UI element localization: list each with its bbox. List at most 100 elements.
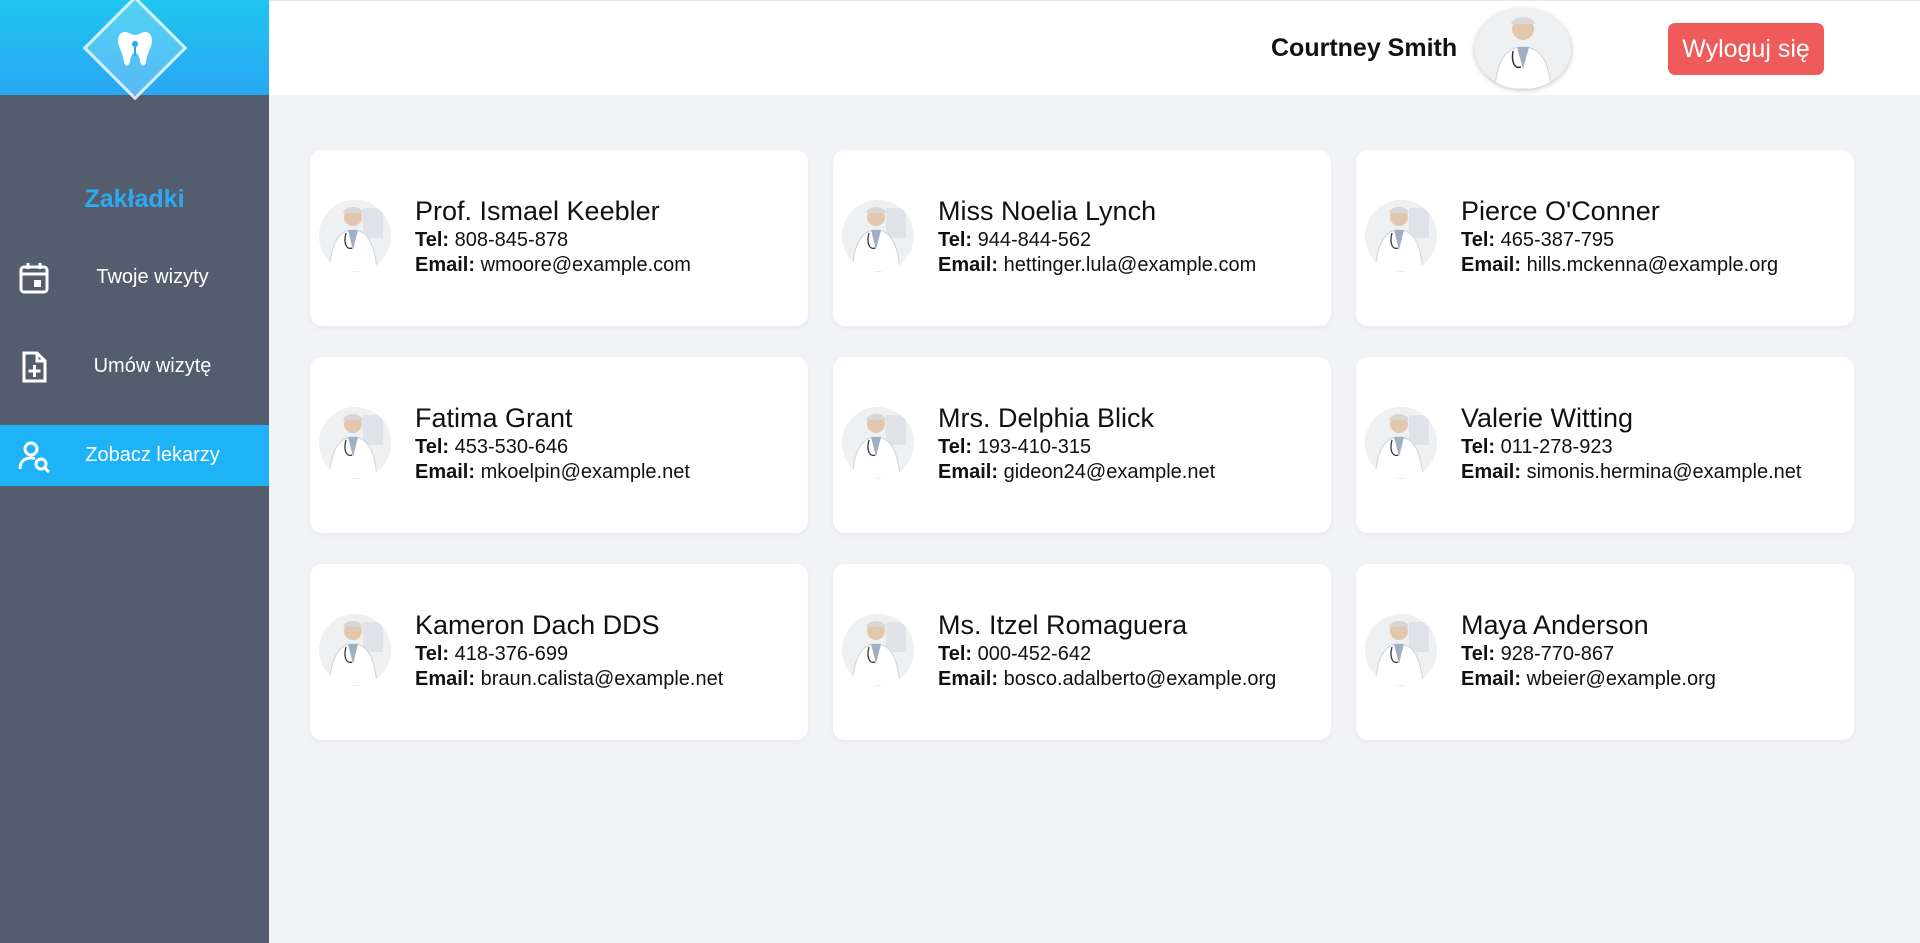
user-name: Courtney Smith bbox=[1271, 34, 1458, 62]
sidebar-item-label: Umów wizytę bbox=[93, 355, 212, 377]
doctor-card[interactable]: Miss Noelia Lynch Tel: 944-844-562 Email… bbox=[833, 150, 1331, 326]
sidebar-heading: Zakładki bbox=[84, 185, 185, 213]
doctor-email: Email: bosco.adalberto@example.org bbox=[938, 667, 1276, 692]
doctor-phone: Tel: 453-530-646 bbox=[415, 435, 690, 460]
doctor-email: Email: braun.calista@example.net bbox=[415, 667, 723, 692]
doctor-phone: Tel: 944-844-562 bbox=[938, 228, 1256, 253]
top-bar: Courtney Smith Wyloguj się bbox=[269, 0, 1920, 95]
doctor-avatar bbox=[1365, 200, 1437, 272]
doctor-card[interactable]: Fatima Grant Tel: 453-530-646 Email: mko… bbox=[310, 357, 808, 533]
tel-label: Tel: bbox=[415, 643, 450, 665]
tel-label: Tel: bbox=[1461, 229, 1496, 251]
tel-value: 193-410-315 bbox=[977, 436, 1092, 458]
tel-value: 928-770-867 bbox=[1500, 643, 1615, 665]
doctor-email: Email: hettinger.lula@example.com bbox=[938, 253, 1256, 278]
doctor-name: Miss Noelia Lynch bbox=[938, 196, 1157, 226]
doctor-info: Prof. Ismael Keebler Tel: 808-845-878 Em… bbox=[415, 195, 691, 278]
logo-area[interactable] bbox=[0, 0, 269, 100]
doctor-info: Valerie Witting Tel: 011-278-923 Email: … bbox=[1461, 402, 1801, 485]
sidebar-nav: Twoje wizyty Umów wizytę Zobacz lekarzy bbox=[0, 247, 269, 486]
sidebar-item-umow-wizyte[interactable]: Umów wizytę bbox=[0, 336, 269, 397]
doctor-info: Pierce O'Conner Tel: 465-387-795 Email: … bbox=[1461, 195, 1778, 278]
calendar-icon bbox=[16, 260, 52, 296]
doctor-card[interactable]: Ms. Itzel Romaguera Tel: 000-452-642 Ema… bbox=[833, 564, 1331, 740]
email-value: bosco.adalberto@example.org bbox=[1003, 668, 1277, 690]
doctor-name: Prof. Ismael Keebler bbox=[415, 196, 660, 226]
tel-label: Tel: bbox=[1461, 643, 1496, 665]
email-label: Email: bbox=[1461, 254, 1522, 276]
doctor-name: Pierce O'Conner bbox=[1461, 196, 1660, 226]
doctor-avatar bbox=[319, 200, 391, 272]
tel-label: Tel: bbox=[1461, 436, 1496, 458]
tooth-logo-icon bbox=[82, 0, 187, 100]
doctor-info: Miss Noelia Lynch Tel: 944-844-562 Email… bbox=[938, 195, 1256, 278]
email-value: braun.calista@example.net bbox=[480, 668, 724, 690]
email-value: wbeier@example.org bbox=[1526, 668, 1716, 690]
tel-value: 808-845-878 bbox=[454, 229, 569, 251]
doctor-name: Maya Anderson bbox=[1461, 610, 1649, 640]
doctor-email: Email: gideon24@example.net bbox=[938, 460, 1215, 485]
doctor-card[interactable]: Kameron Dach DDS Tel: 418-376-699 Email:… bbox=[310, 564, 808, 740]
doctor-name: Ms. Itzel Romaguera bbox=[938, 610, 1188, 640]
tel-value: 011-278-923 bbox=[1500, 436, 1613, 458]
email-value: hettinger.lula@example.com bbox=[1003, 254, 1257, 276]
email-label: Email: bbox=[938, 254, 999, 276]
email-value: gideon24@example.net bbox=[1003, 461, 1216, 483]
doctor-info: Ms. Itzel Romaguera Tel: 000-452-642 Ema… bbox=[938, 609, 1276, 692]
doctor-card[interactable]: Pierce O'Conner Tel: 465-387-795 Email: … bbox=[1356, 150, 1854, 326]
email-label: Email: bbox=[938, 668, 999, 690]
tel-label: Tel: bbox=[415, 436, 450, 458]
email-value: hills.mckenna@example.org bbox=[1526, 254, 1779, 276]
doctor-avatar bbox=[1365, 407, 1437, 479]
doctor-info: Kameron Dach DDS Tel: 418-376-699 Email:… bbox=[415, 609, 723, 692]
doctor-avatar bbox=[842, 200, 914, 272]
doctor-info: Fatima Grant Tel: 453-530-646 Email: mko… bbox=[415, 402, 690, 485]
doctor-phone: Tel: 193-410-315 bbox=[938, 435, 1215, 460]
doctor-email: Email: hills.mckenna@example.org bbox=[1461, 253, 1778, 278]
doctor-email: Email: simonis.hermina@example.net bbox=[1461, 460, 1801, 485]
doctor-phone: Tel: 808-845-878 bbox=[415, 228, 691, 253]
email-label: Email: bbox=[415, 461, 476, 483]
doctor-email: Email: wmoore@example.com bbox=[415, 253, 691, 278]
logout-button[interactable]: Wyloguj się bbox=[1668, 23, 1824, 75]
tel-value: 000-452-642 bbox=[977, 643, 1092, 665]
doctor-card[interactable]: Mrs. Delphia Blick Tel: 193-410-315 Emai… bbox=[833, 357, 1331, 533]
doctor-name: Mrs. Delphia Blick bbox=[938, 403, 1155, 433]
email-value: simonis.hermina@example.net bbox=[1526, 461, 1802, 483]
tel-value: 465-387-795 bbox=[1500, 229, 1615, 251]
doctor-phone: Tel: 418-376-699 bbox=[415, 642, 723, 667]
tel-label: Tel: bbox=[938, 436, 973, 458]
doctor-avatar bbox=[842, 407, 914, 479]
tel-label: Tel: bbox=[938, 229, 973, 251]
email-label: Email: bbox=[415, 668, 476, 690]
file-add-icon bbox=[16, 349, 52, 385]
email-label: Email: bbox=[1461, 461, 1522, 483]
doctor-name: Fatima Grant bbox=[415, 403, 573, 433]
doctor-card[interactable]: Valerie Witting Tel: 011-278-923 Email: … bbox=[1356, 357, 1854, 533]
doctor-avatar bbox=[842, 614, 914, 686]
doctor-phone: Tel: 000-452-642 bbox=[938, 642, 1276, 667]
doctor-avatar bbox=[319, 407, 391, 479]
tel-label: Tel: bbox=[938, 643, 973, 665]
doctor-phone: Tel: 011-278-923 bbox=[1461, 435, 1801, 460]
doctor-card[interactable]: Maya Anderson Tel: 928-770-867 Email: wb… bbox=[1356, 564, 1854, 740]
doctor-phone: Tel: 465-387-795 bbox=[1461, 228, 1778, 253]
doctor-name: Valerie Witting bbox=[1461, 403, 1634, 433]
user-search-icon bbox=[16, 438, 52, 474]
doctor-email: Email: mkoelpin@example.net bbox=[415, 460, 690, 485]
doctor-grid: Prof. Ismael Keebler Tel: 808-845-878 Em… bbox=[310, 150, 1854, 740]
tel-value: 453-530-646 bbox=[454, 436, 569, 458]
tel-label: Tel: bbox=[415, 229, 450, 251]
doctor-email: Email: wbeier@example.org bbox=[1461, 667, 1716, 692]
doctor-info: Mrs. Delphia Blick Tel: 193-410-315 Emai… bbox=[938, 402, 1215, 485]
email-label: Email: bbox=[938, 461, 999, 483]
doctor-avatar bbox=[319, 614, 391, 686]
doctor-name: Kameron Dach DDS bbox=[415, 610, 660, 640]
doctor-card[interactable]: Prof. Ismael Keebler Tel: 808-845-878 Em… bbox=[310, 150, 808, 326]
email-value: wmoore@example.com bbox=[480, 254, 691, 276]
user-avatar[interactable] bbox=[1475, 9, 1571, 89]
sidebar-item-twoje-wizyty[interactable]: Twoje wizyty bbox=[0, 247, 269, 308]
email-value: mkoelpin@example.net bbox=[480, 461, 690, 483]
email-label: Email: bbox=[415, 254, 476, 276]
sidebar-item-zobacz-lekarzy[interactable]: Zobacz lekarzy bbox=[0, 425, 269, 486]
